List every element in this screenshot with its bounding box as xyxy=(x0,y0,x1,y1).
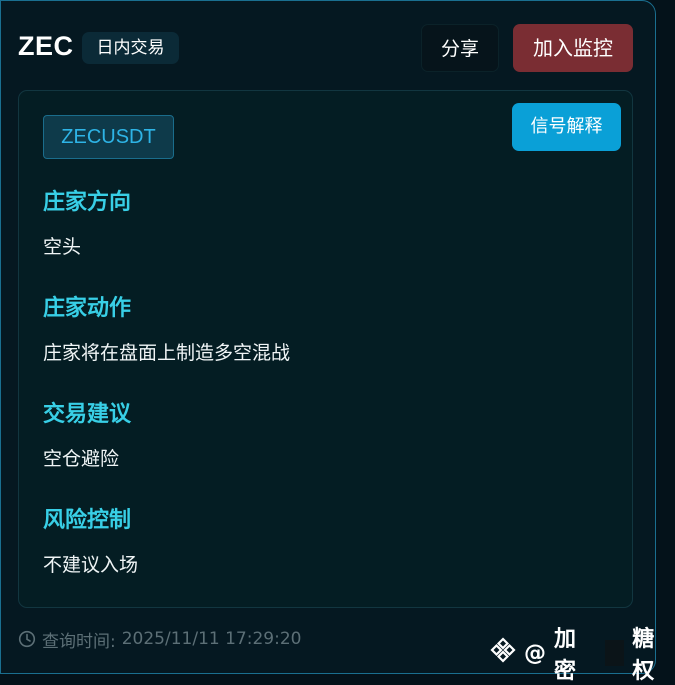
section-heading: 庄家方向 xyxy=(43,190,132,215)
query-time-label: 查询时间: xyxy=(42,631,116,652)
section-body: 庄家将在盘面上制造多空混战 xyxy=(43,342,291,364)
section-heading: 交易建议 xyxy=(43,402,132,427)
watermark-name-part2: 糖权 xyxy=(632,627,655,684)
card-header: ZEC 日内交易 分享 加入监控 xyxy=(1,1,657,93)
signal-panel: ZECUSDT 信号解释 庄家方向 空头 庄家动作 庄家将在盘面上制造多空混战 … xyxy=(18,90,633,608)
section-direction: 庄家方向 空头 xyxy=(43,189,131,260)
section-action: 庄家动作 庄家将在盘面上制造多空混战 xyxy=(43,295,290,366)
share-button[interactable]: 分享 xyxy=(421,24,499,72)
trade-type-badge: 日内交易 xyxy=(82,32,179,64)
binance-diamond-icon xyxy=(490,637,516,669)
watermark-name-part1: 加密 xyxy=(554,627,577,684)
signal-card: ZEC 日内交易 分享 加入监控 ZECUSDT 信号解释 庄家方向 空头 庄家… xyxy=(0,0,656,674)
section-body: 空头 xyxy=(43,236,82,258)
section-heading: 庄家动作 xyxy=(43,296,132,321)
watermark: @ 加密 糖权 xyxy=(490,627,675,684)
query-time: 查询时间: 2025/11/11 17:29:20 xyxy=(18,627,302,652)
watermark-mask xyxy=(604,640,625,666)
section-advice: 交易建议 空仓避险 xyxy=(43,401,131,472)
section-risk: 风险控制 不建议入场 xyxy=(43,507,138,578)
coin-title: ZEC xyxy=(18,31,74,61)
add-to-watch-button[interactable]: 加入监控 xyxy=(513,24,633,72)
symbol-tag: ZECUSDT xyxy=(43,115,174,159)
query-time-value: 2025/11/11 17:29:20 xyxy=(121,629,302,649)
section-heading: 风险控制 xyxy=(43,508,132,533)
clock-icon xyxy=(18,630,36,648)
signal-explain-button[interactable]: 信号解释 xyxy=(512,103,621,151)
watermark-at: @ xyxy=(524,640,546,666)
section-body: 不建议入场 xyxy=(43,554,139,576)
section-body: 空仓避险 xyxy=(43,448,120,470)
